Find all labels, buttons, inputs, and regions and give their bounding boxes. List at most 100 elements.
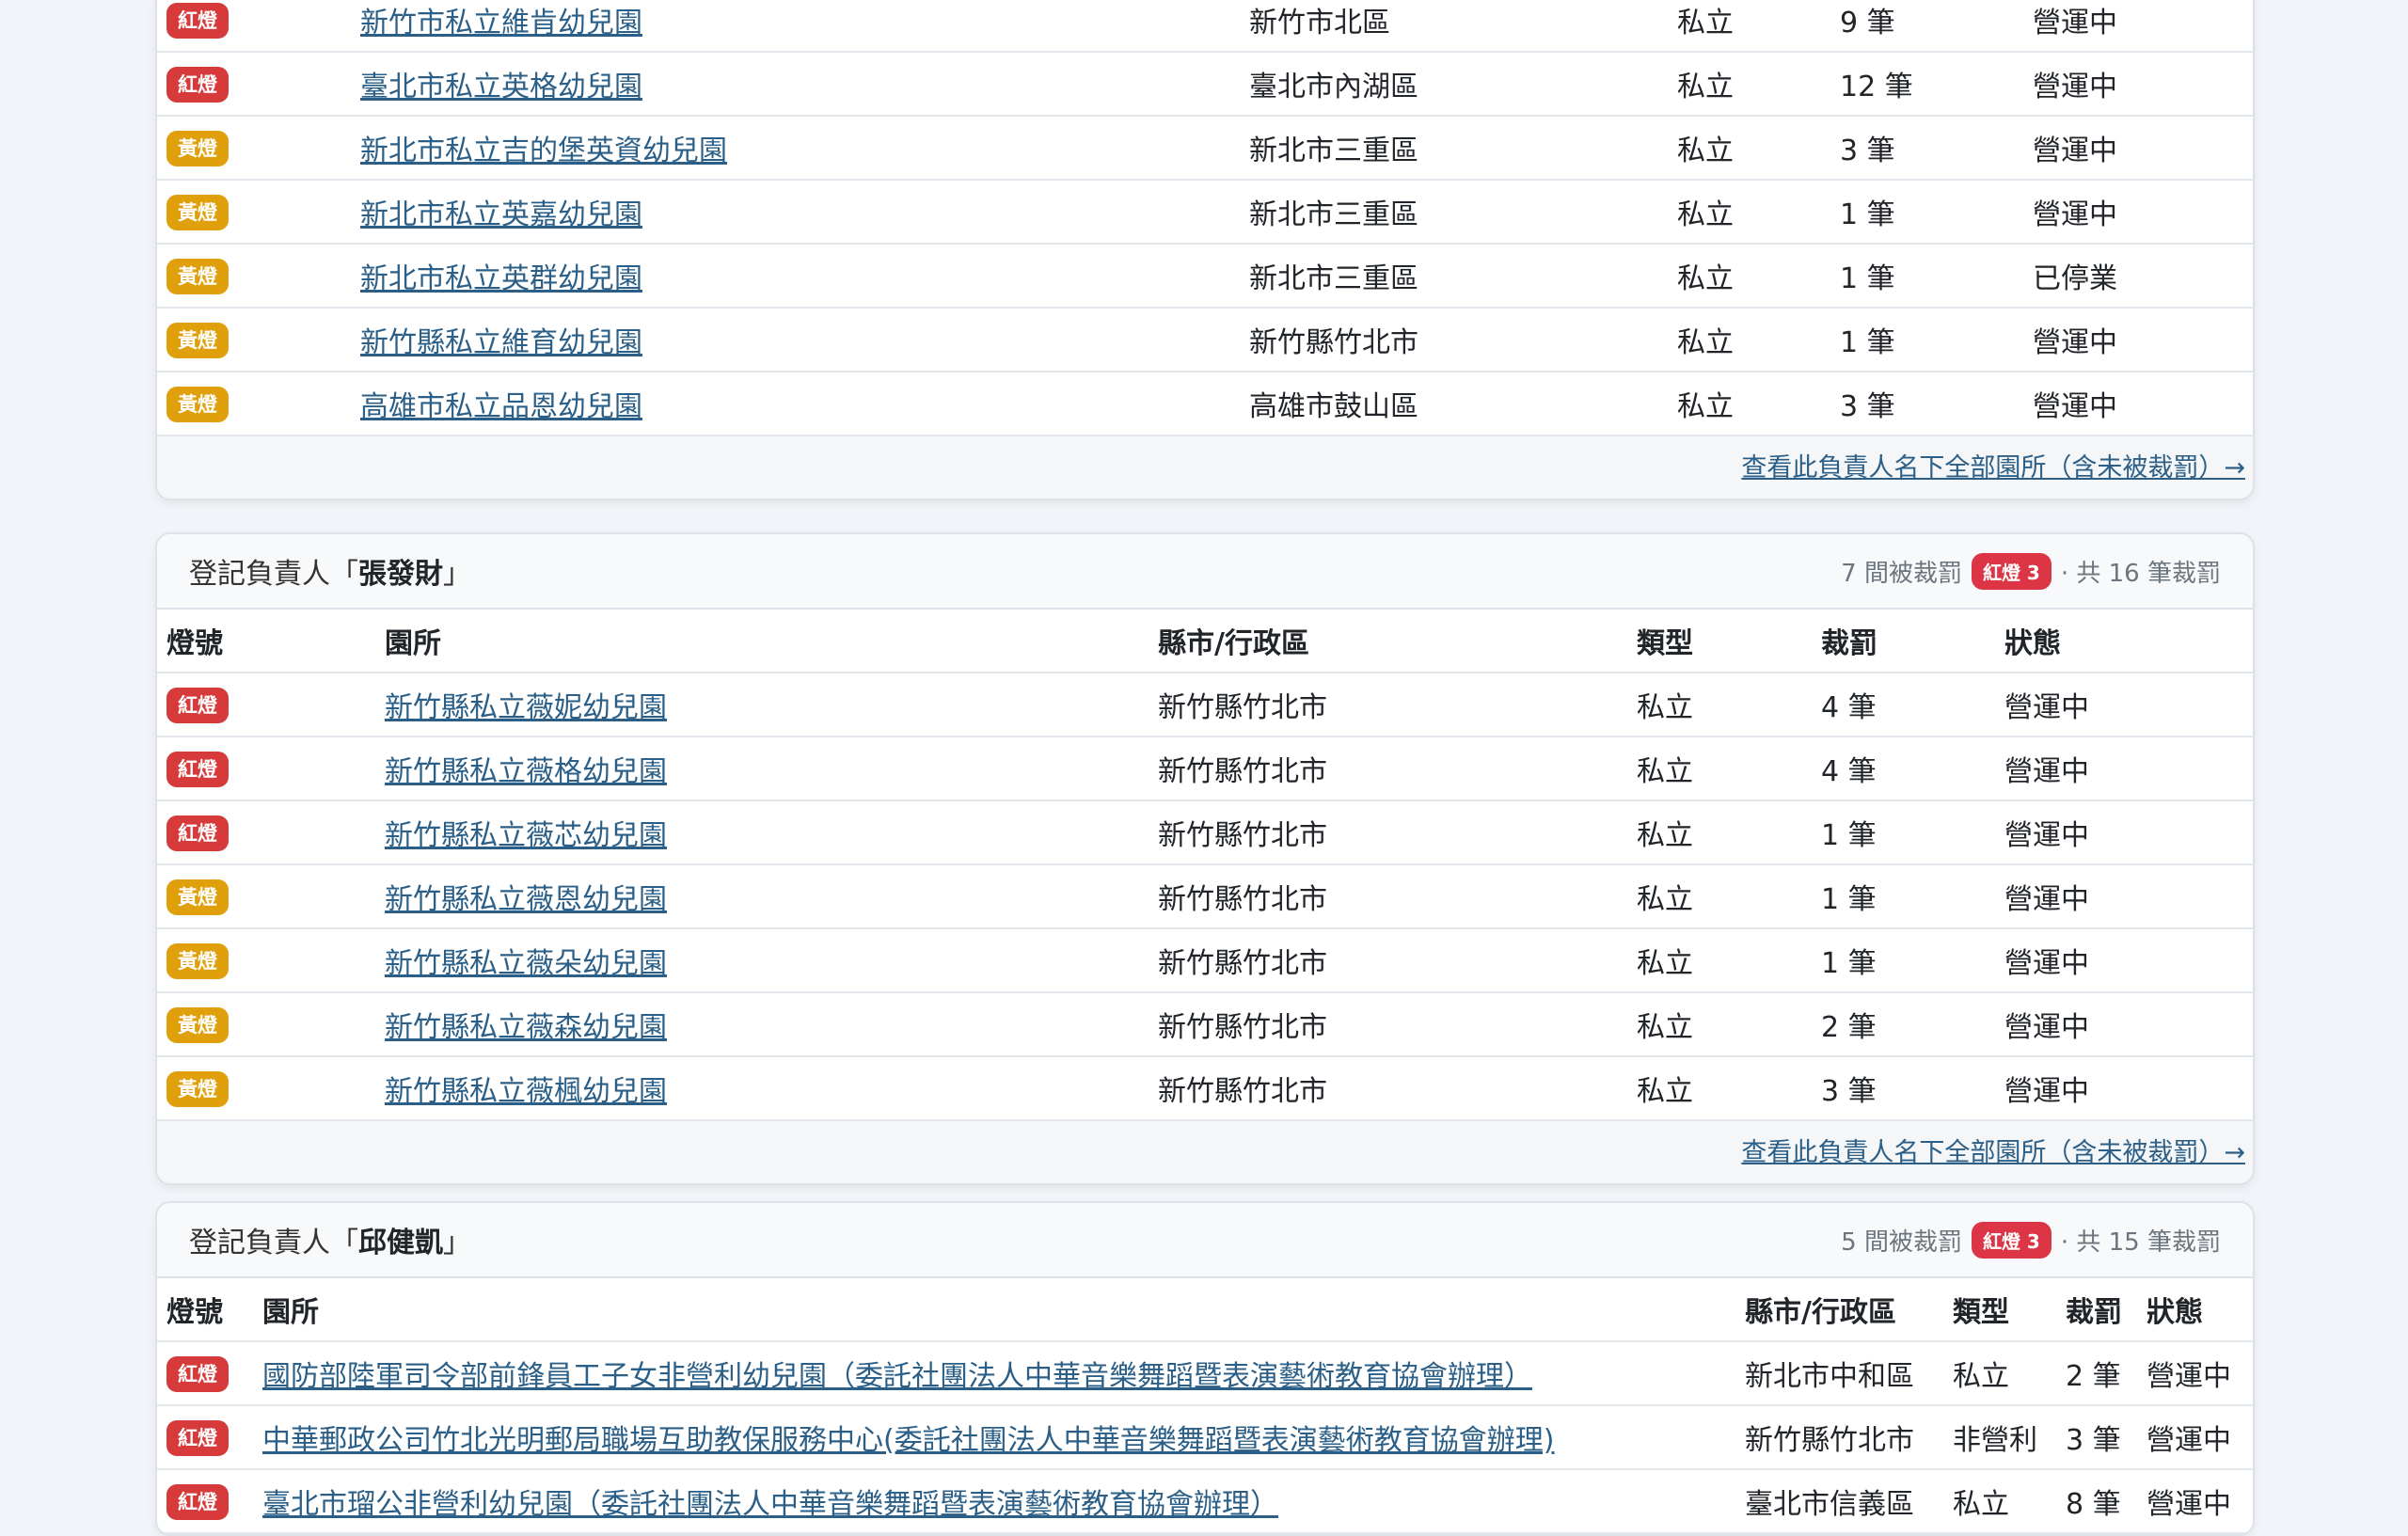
light-badge: 黃燈: [166, 258, 229, 294]
column-header: 類型: [1943, 1278, 2056, 1342]
penalized-count: 5 間被裁罰: [1841, 1227, 1962, 1257]
facility-link[interactable]: 新北市私立英嘉幼兒園: [360, 198, 642, 231]
area-cell: 新北市中和區: [1735, 1341, 1943, 1406]
view-all-facilities-link[interactable]: 查看此負責人名下全部園所（含未被裁罰）→: [1741, 453, 2245, 483]
light-cell: 黃燈: [157, 308, 351, 372]
facility-link[interactable]: 新竹縣私立薇妮幼兒園: [385, 691, 667, 724]
light-badge: 紅燈: [166, 1355, 229, 1392]
light-badge: 黃燈: [166, 194, 229, 230]
light-badge: 黃燈: [166, 1006, 229, 1043]
status-cell: 營運中: [2023, 308, 2253, 372]
light-badge: 黃燈: [166, 1070, 229, 1107]
light-cell: 紅燈: [157, 52, 351, 117]
facility-cell: 臺北市私立英格幼兒園: [351, 52, 1240, 117]
light-badge: 紅燈: [166, 1419, 229, 1456]
facility-link[interactable]: 中華郵政公司竹北光明郵局職場互助教保服務中心(委託社團法人中華音樂舞蹈暨表演藝術…: [262, 1424, 1554, 1457]
light-badge: 紅燈: [166, 687, 229, 723]
light-cell: 黃燈: [157, 244, 351, 309]
area-cell: 新竹縣竹北市: [1149, 736, 1627, 801]
facility-link[interactable]: 高雄市私立品恩幼兒園: [360, 390, 642, 423]
facility-link[interactable]: 新竹縣私立薇朵幼兒園: [385, 947, 667, 980]
status-cell: 營運中: [1995, 864, 2253, 929]
penalty-count-cell: 12 筆: [1830, 52, 2023, 117]
facility-cell: 新北市私立英嘉幼兒園: [351, 180, 1240, 245]
penalty-count-cell: 1 筆: [1812, 864, 1995, 929]
table-row: 黃燈 新北市私立英群幼兒園 新北市三重區 私立 1 筆已停業: [157, 244, 2253, 309]
facility-link[interactable]: 新竹縣私立薇森幼兒園: [385, 1011, 667, 1044]
view-all-facilities-link[interactable]: 查看此負責人名下全部園所（含未被裁罰）→: [1741, 1138, 2245, 1167]
status-cell: 營運中: [2023, 52, 2253, 117]
light-badge: 黃燈: [166, 879, 229, 915]
owner-name: 邱健凱: [358, 1227, 443, 1259]
card-header: 登記負責人「邱健凱」 5 間被裁罰 紅燈 3 · 共 15 筆裁罰: [157, 1203, 2253, 1278]
area-cell: 新竹縣竹北市: [1149, 928, 1627, 993]
area-cell: 新竹縣竹北市: [1149, 864, 1627, 929]
table-row: 黃燈 新竹縣私立薇森幼兒園 新竹縣竹北市 私立 2 筆營運中: [157, 992, 2253, 1057]
facility-cell: 新竹縣私立薇楓幼兒園: [375, 1056, 1149, 1121]
card-footer: 查看此負責人名下全部園所（含未被裁罰）→: [157, 436, 2253, 499]
column-header: 園所: [375, 610, 1149, 673]
penalty-count-cell: 4 筆: [1812, 673, 1995, 737]
status-cell: 營運中: [1995, 992, 2253, 1057]
area-cell: 新北市三重區: [1240, 116, 1668, 181]
facility-link[interactable]: 新竹縣私立維育幼兒園: [360, 326, 642, 359]
card-header: 登記負責人「張發財」 7 間被裁罰 紅燈 3 · 共 16 筆裁罰: [157, 534, 2253, 610]
facility-table: 燈號 園所 縣市/行政區 類型 裁罰 狀態 紅燈 國防部陸軍司令部前鋒員工子女非營利幼兒園（…: [157, 1278, 2253, 1534]
owner-card-1: 紅燈 新竹市私立維肯幼兒園 新竹市北區 私立 9 筆營運中 紅燈 臺北市私立英格幼兒園 臺北市…: [155, 0, 2255, 500]
type-cell: 私立: [1668, 244, 1830, 309]
facility-cell: 新竹縣私立薇格幼兒園: [375, 736, 1149, 801]
card-footer: 查看此負責人名下全部園所（含未被裁罰）→: [157, 1121, 2253, 1183]
total-penalties: · 共 16 筆裁罰: [2060, 559, 2221, 588]
light-cell: 紅燈: [157, 0, 351, 53]
light-cell: 紅燈: [157, 800, 375, 865]
type-cell: 私立: [1627, 992, 1812, 1057]
penalty-summary: 5 間被裁罰 紅燈 3 · 共 15 筆裁罰: [1841, 1221, 2221, 1259]
type-cell: 私立: [1668, 52, 1830, 117]
penalty-count-cell: 1 筆: [1812, 928, 1995, 993]
facility-link[interactable]: 新竹縣私立薇恩幼兒園: [385, 883, 667, 916]
facility-cell: 新竹縣私立薇朵幼兒園: [375, 928, 1149, 993]
light-badge: 黃燈: [166, 386, 229, 422]
owner-card-3: 登記負責人「邱健凱」 5 間被裁罰 紅燈 3 · 共 15 筆裁罰 燈號 園所 縣市…: [155, 1201, 2255, 1536]
light-cell: 紅燈: [157, 736, 375, 801]
light-badge: 黃燈: [166, 942, 229, 979]
owner-title: 登記負責人「張發財」: [189, 558, 471, 591]
type-cell: 私立: [1668, 116, 1830, 181]
red-light-count-badge: 紅燈 3: [1971, 1221, 2052, 1259]
facility-cell: 新竹縣私立維育幼兒園: [351, 308, 1240, 372]
facility-cell: 新竹縣私立薇恩幼兒園: [375, 864, 1149, 929]
penalty-count-cell: 1 筆: [1830, 308, 2023, 372]
type-cell: 私立: [1627, 864, 1812, 929]
owner-name: 張發財: [358, 558, 443, 591]
facility-link[interactable]: 新竹縣私立薇格幼兒園: [385, 755, 667, 788]
area-cell: 新竹市北區: [1240, 0, 1668, 53]
type-cell: 私立: [1627, 800, 1812, 865]
facility-link[interactable]: 新竹縣私立薇楓幼兒園: [385, 1075, 667, 1108]
type-cell: 私立: [1627, 928, 1812, 993]
penalty-count-cell: 3 筆: [2056, 1405, 2137, 1470]
facility-link[interactable]: 新竹縣私立薇芯幼兒園: [385, 819, 667, 852]
penalty-summary: 7 間被裁罰 紅燈 3 · 共 16 筆裁罰: [1841, 552, 2221, 590]
light-badge: 黃燈: [166, 322, 229, 358]
owner-title: 登記負責人「邱健凱」: [189, 1227, 471, 1259]
table-row: 黃燈 新北市私立吉的堡英資幼兒園 新北市三重區 私立 3 筆營運中: [157, 116, 2253, 181]
light-badge: 紅燈: [166, 2, 229, 39]
table-row: 紅燈 中華郵政公司竹北光明郵局職場互助教保服務中心(委託社團法人中華音樂舞蹈暨表演…: [157, 1405, 2253, 1470]
facility-link[interactable]: 新竹市私立維肯幼兒園: [360, 7, 642, 40]
type-cell: 私立: [1627, 673, 1812, 737]
facility-link[interactable]: 新北市私立英群幼兒園: [360, 262, 642, 295]
facility-link[interactable]: 國防部陸軍司令部前鋒員工子女非營利幼兒園（委託社團法人中華音樂舞蹈暨表演藝術教育…: [262, 1360, 1532, 1393]
status-cell: 營運中: [1995, 736, 2253, 801]
type-cell: 私立: [1668, 0, 1830, 53]
light-cell: 紅燈: [157, 1341, 253, 1406]
type-cell: 私立: [1627, 1056, 1812, 1121]
facility-link[interactable]: 新北市私立吉的堡英資幼兒園: [360, 135, 727, 167]
area-cell: 高雄市鼓山區: [1240, 372, 1668, 436]
area-cell: 新竹縣竹北市: [1149, 673, 1627, 737]
light-cell: 黃燈: [157, 180, 351, 245]
status-cell: 已停業: [2023, 244, 2253, 309]
facility-link[interactable]: 臺北市私立英格幼兒園: [360, 71, 642, 103]
penalty-count-cell: 2 筆: [2056, 1341, 2137, 1406]
status-cell: 營運中: [2137, 1405, 2253, 1470]
column-header: 類型: [1627, 610, 1812, 673]
